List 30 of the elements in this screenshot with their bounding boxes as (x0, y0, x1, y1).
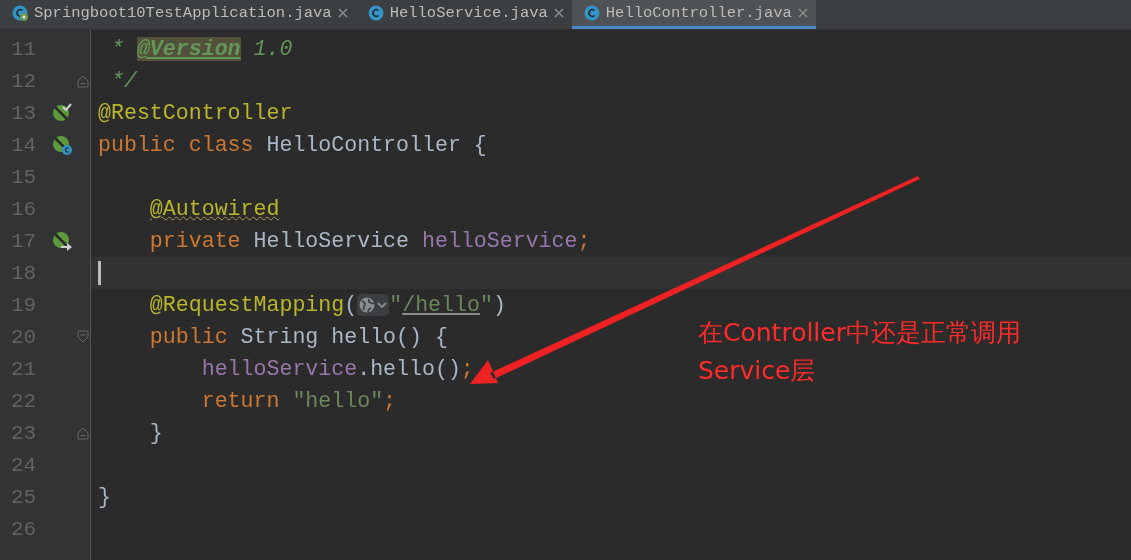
editor-tab[interactable]: Springboot10TestApplication.java (0, 0, 356, 29)
code-line: public String hello() { (149, 325, 448, 349)
close-icon[interactable] (553, 8, 564, 18)
code-line: @Autowired (149, 197, 280, 221)
code-line: return "hello"; (201, 389, 397, 413)
bean-check-icon (52, 103, 72, 123)
code-line: helloService.hello(); (201, 357, 474, 381)
chevron-down-icon (376, 300, 389, 310)
code-line: private HelloService helloService; (149, 229, 591, 253)
class-gear-icon (12, 5, 28, 21)
close-icon[interactable] (797, 8, 808, 18)
bean-class-icon (52, 135, 72, 155)
globe-icon (358, 296, 377, 314)
fold-icon (77, 74, 89, 88)
close-icon[interactable] (337, 8, 348, 18)
code-line: public class HelloController { (98, 133, 487, 157)
annotation-text: 在Controller中还是正常调用 Service层 (698, 317, 1021, 387)
code-line: @RequestMapping( (149, 293, 358, 317)
url-globe-button[interactable] (357, 294, 390, 316)
fold-icon (77, 426, 89, 440)
code-line: "/hello") (389, 293, 506, 317)
code-line: */ (110, 69, 137, 93)
class-icon (583, 5, 600, 21)
code-line: @RestController (98, 101, 293, 125)
code-line: } (98, 485, 111, 509)
editor-tab[interactable]: HelloController.java (571, 0, 816, 29)
code-line: } (149, 421, 163, 445)
editor-tab[interactable]: HelloService.java (355, 0, 572, 29)
class-icon (367, 5, 384, 21)
fold-icon (77, 330, 89, 344)
